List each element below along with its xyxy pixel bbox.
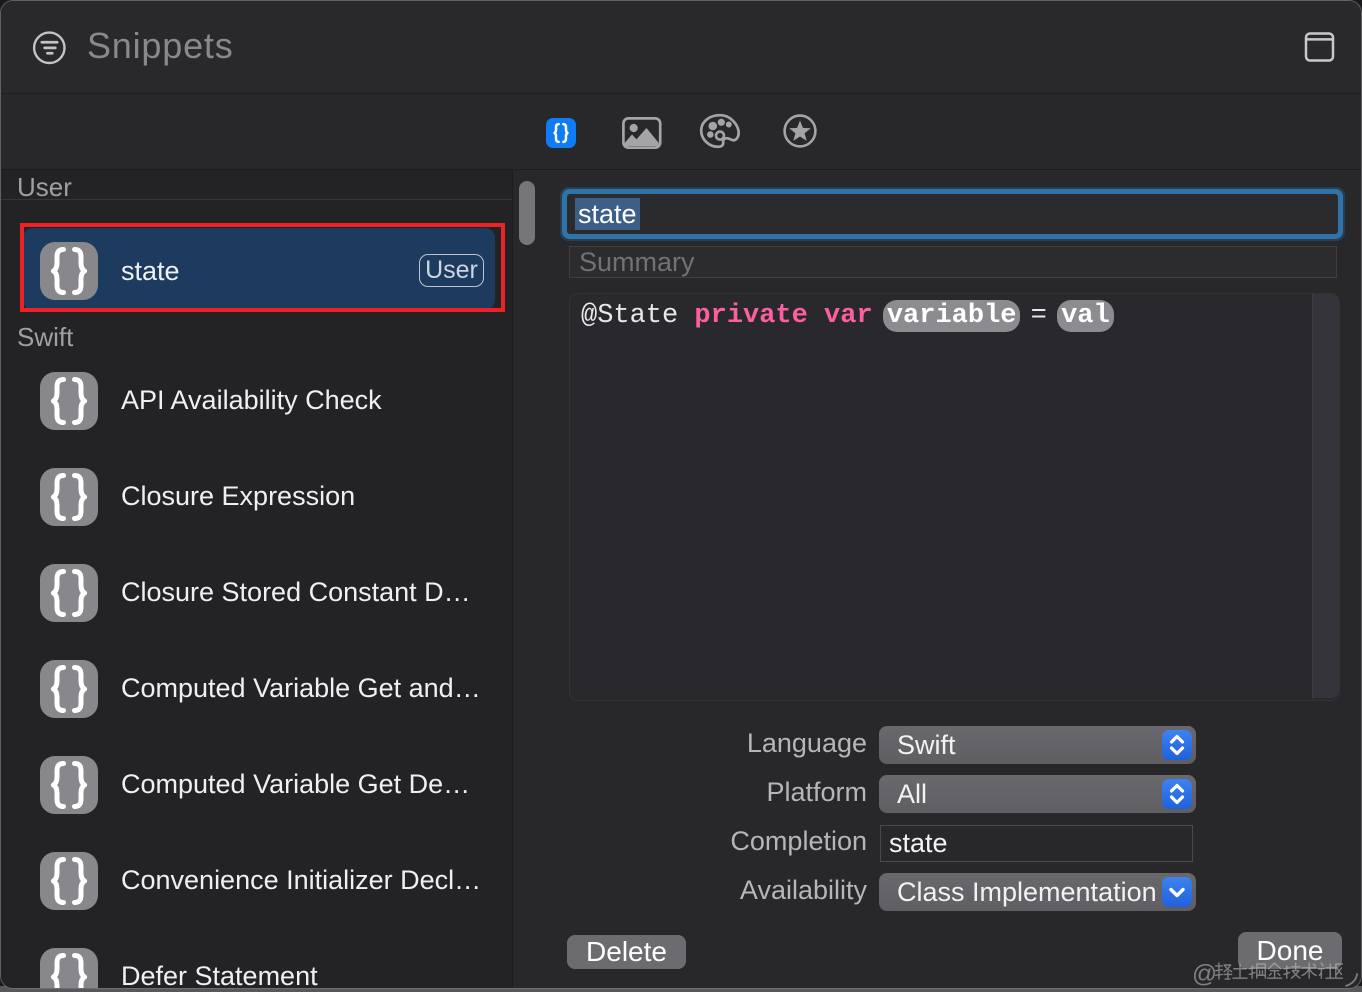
svg-text:@: @ [1192,961,1217,988]
